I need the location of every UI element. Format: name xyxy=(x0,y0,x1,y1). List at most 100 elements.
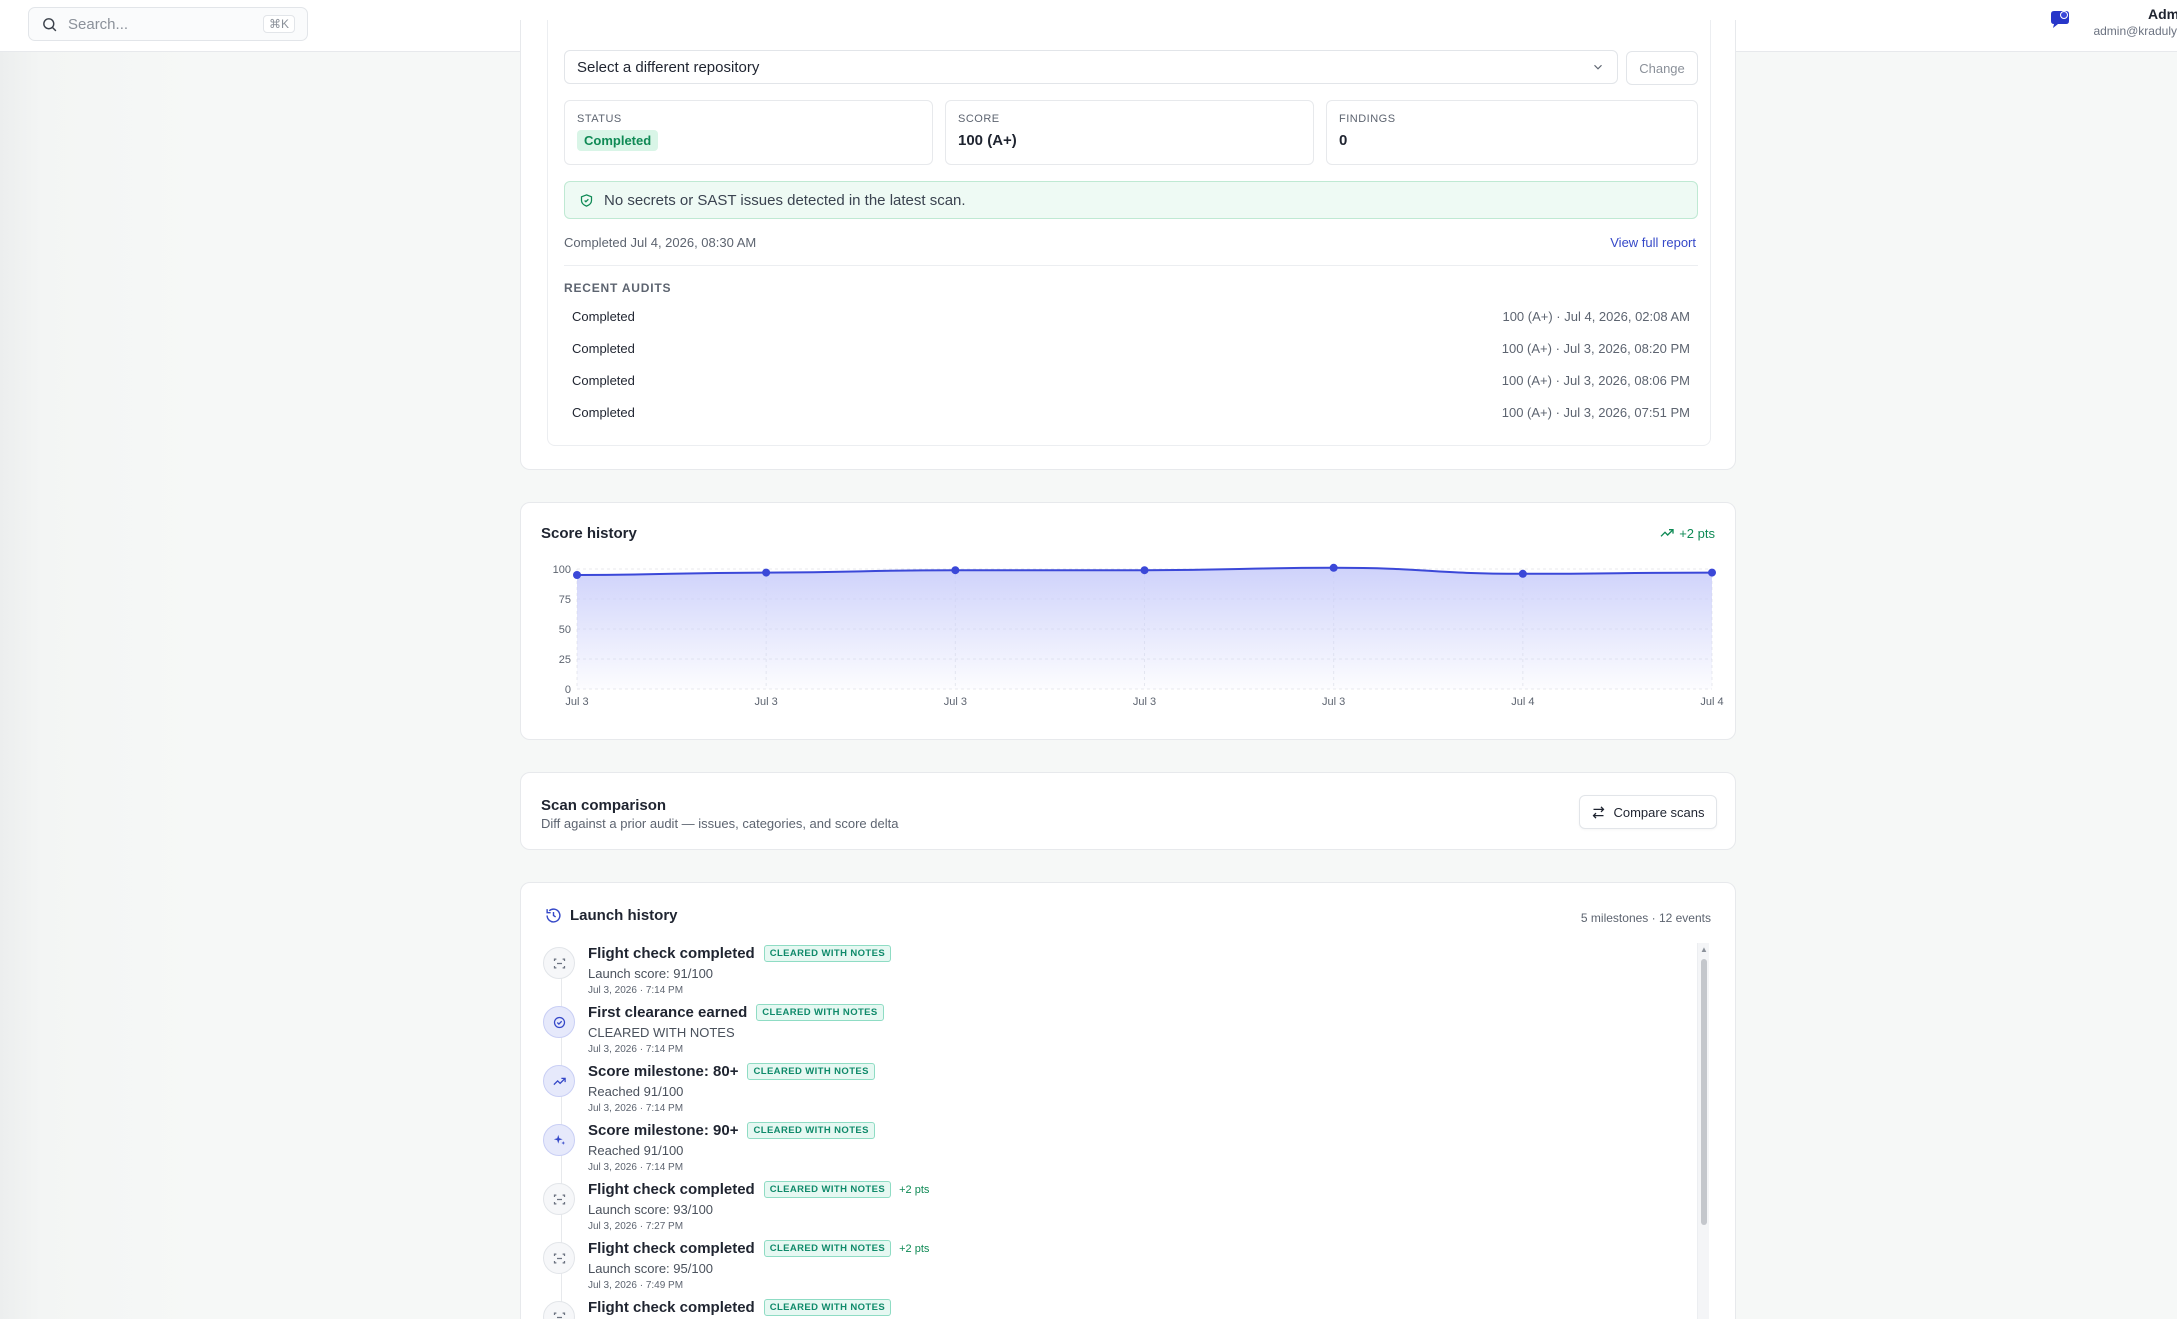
timeline-event[interactable]: Flight check completed CLEARED WITH NOTE… xyxy=(543,1299,1643,1319)
score-point xyxy=(1518,569,1527,578)
audit-row[interactable]: Completed 100 (A+) · Jul 3, 2026, 07:51 … xyxy=(564,396,1698,428)
timeline-event[interactable]: Score milestone: 90+ CLEARED WITH NOTES … xyxy=(543,1122,1643,1181)
event-title-row: Flight check completed CLEARED WITH NOTE… xyxy=(588,1299,892,1316)
event-title: First clearance earned xyxy=(588,1004,748,1021)
event-icon-wrap xyxy=(543,1006,575,1038)
event-icon-wrap xyxy=(543,1065,575,1097)
timeline-event[interactable]: Flight check completed CLEARED WITH NOTE… xyxy=(543,945,1643,1004)
findings-label: FINDINGS xyxy=(1339,113,1396,125)
event-badge: CLEARED WITH NOTES xyxy=(747,1122,875,1139)
history-icon xyxy=(546,908,561,923)
event-time: Jul 3, 2026 · 7:14 PM xyxy=(588,1044,684,1055)
banner-text: No secrets or SAST issues detected in th… xyxy=(604,191,966,209)
event-title: Flight check completed xyxy=(588,1181,755,1198)
timeline-scrollbar[interactable]: ▲ xyxy=(1697,943,1709,1319)
timeline-event[interactable]: Flight check completed CLEARED WITH NOTE… xyxy=(543,1181,1643,1240)
audit-meta: 100 (A+) · Jul 3, 2026, 08:20 PM xyxy=(1501,340,1690,356)
scan-comparison-card: Scan comparison Diff against a prior aud… xyxy=(520,772,1736,850)
x-tick-label: Jul 3 xyxy=(944,696,967,708)
y-tick-label: 0 xyxy=(565,684,571,696)
completed-timestamp: Completed Jul 4, 2026, 08:30 AM xyxy=(564,235,757,250)
scan-icon xyxy=(553,1253,565,1263)
audit-row[interactable]: Completed 100 (A+) · Jul 3, 2026, 08:20 … xyxy=(564,332,1698,364)
event-badge: CLEARED WITH NOTES xyxy=(747,1063,875,1080)
event-title-row: Score milestone: 80+ CLEARED WITH NOTES xyxy=(588,1063,875,1080)
event-title: Flight check completed xyxy=(588,1299,755,1316)
audit-status: Completed xyxy=(572,340,635,356)
event-badge: CLEARED WITH NOTES xyxy=(763,1299,892,1316)
event-badge: CLEARED WITH NOTES xyxy=(756,1004,884,1021)
event-badge: CLEARED WITH NOTES xyxy=(763,1181,892,1198)
score-label: SCORE xyxy=(958,113,1000,125)
score-point xyxy=(573,571,581,579)
scan-comparison-subtitle: Diff against a prior audit — issues, cat… xyxy=(541,816,899,831)
scan-icon xyxy=(553,958,565,968)
event-time: Jul 3, 2026 · 7:14 PM xyxy=(588,1162,684,1173)
score-point xyxy=(1140,566,1149,575)
scan-icon xyxy=(553,1312,565,1318)
y-tick-label: 75 xyxy=(559,594,571,606)
event-icon-wrap xyxy=(543,1242,575,1274)
audit-row[interactable]: Completed 100 (A+) · Jul 4, 2026, 02:08 … xyxy=(564,300,1698,332)
audit-row[interactable]: Completed 100 (A+) · Jul 3, 2026, 08:06 … xyxy=(564,364,1698,396)
findings-value: 0 xyxy=(1339,132,1348,149)
notification-icon[interactable] xyxy=(2048,8,2072,32)
audit-status: Completed xyxy=(572,372,635,388)
audit-status: Completed xyxy=(572,404,635,420)
x-tick-label: Jul 3 xyxy=(565,696,588,708)
user-email: admin@kradulyi.c xyxy=(2093,24,2177,38)
timeline-event[interactable]: Flight check completed CLEARED WITH NOTE… xyxy=(543,1240,1643,1299)
search-shortcut: ⌘K xyxy=(262,15,295,33)
change-button[interactable]: Change xyxy=(1626,51,1698,85)
event-subtitle: Launch score: 95/100 xyxy=(588,1261,714,1276)
score-point xyxy=(951,566,960,575)
event-title: Flight check completed xyxy=(588,1240,755,1257)
score-stat: SCORE 100 (A+) xyxy=(945,100,1314,165)
event-title-row: Flight check completed CLEARED WITH NOTE… xyxy=(588,945,892,962)
compare-scans-button[interactable]: Compare scans xyxy=(1579,795,1717,829)
x-tick-label: Jul 4 xyxy=(1511,696,1534,708)
event-points: +2 pts xyxy=(899,1242,930,1255)
user-name[interactable]: Admi xyxy=(2148,6,2177,22)
event-points: +2 pts xyxy=(899,1183,930,1196)
event-subtitle: Reached 91/100 xyxy=(588,1084,684,1099)
event-time: Jul 3, 2026 · 7:49 PM xyxy=(588,1280,684,1291)
score-value: 100 (A+) xyxy=(958,132,1017,149)
shield-check-icon xyxy=(580,193,593,207)
timeline-event[interactable]: First clearance earned CLEARED WITH NOTE… xyxy=(543,1004,1643,1063)
event-time: Jul 3, 2026 · 7:14 PM xyxy=(588,1103,684,1114)
view-full-report-link[interactable]: View full report xyxy=(1610,235,1696,250)
scan-icon xyxy=(553,1194,565,1204)
trending-up-icon xyxy=(552,1077,566,1085)
search-box[interactable]: Search... ⌘K xyxy=(28,7,308,41)
audit-status: Completed xyxy=(572,308,635,324)
event-subtitle: Reached 91/100 xyxy=(588,1143,684,1158)
event-title-row: First clearance earned CLEARED WITH NOTE… xyxy=(588,1004,884,1021)
scan-comparison-title: Scan comparison xyxy=(541,797,667,814)
search-input[interactable]: Search... xyxy=(68,16,263,33)
y-tick-label: 100 xyxy=(553,564,571,576)
event-title: Flight check completed xyxy=(588,945,755,962)
recent-audits-heading: RECENT AUDITS xyxy=(564,281,672,295)
event-icon-wrap xyxy=(543,1301,575,1319)
check-circle-icon xyxy=(553,1016,565,1028)
divider xyxy=(564,265,1698,266)
event-time: Jul 3, 2026 · 7:14 PM xyxy=(588,985,684,996)
event-time: Jul 3, 2026 · 7:27 PM xyxy=(588,1221,684,1232)
event-title-row: Flight check completed CLEARED WITH NOTE… xyxy=(588,1240,929,1257)
timeline-event[interactable]: Score milestone: 80+ CLEARED WITH NOTES … xyxy=(543,1063,1643,1122)
scroll-up-arrow-icon[interactable]: ▲ xyxy=(1700,945,1708,954)
status-label: STATUS xyxy=(577,113,622,125)
event-icon-wrap xyxy=(543,1183,575,1215)
event-badge: CLEARED WITH NOTES xyxy=(763,1240,892,1257)
scrollbar-thumb[interactable] xyxy=(1701,959,1707,1225)
event-subtitle: Launch score: 91/100 xyxy=(588,966,714,981)
x-tick-label: Jul 3 xyxy=(1133,696,1156,708)
event-title-row: Score milestone: 90+ CLEARED WITH NOTES xyxy=(588,1122,875,1139)
audit-card: Select a different repository Change STA… xyxy=(520,20,1736,470)
repository-select[interactable]: Select a different repository xyxy=(564,50,1618,84)
success-banner: No secrets or SAST issues detected in th… xyxy=(564,181,1698,219)
y-tick-label: 50 xyxy=(559,624,571,636)
swap-icon xyxy=(1593,805,1605,819)
event-icon-wrap xyxy=(543,1124,575,1156)
